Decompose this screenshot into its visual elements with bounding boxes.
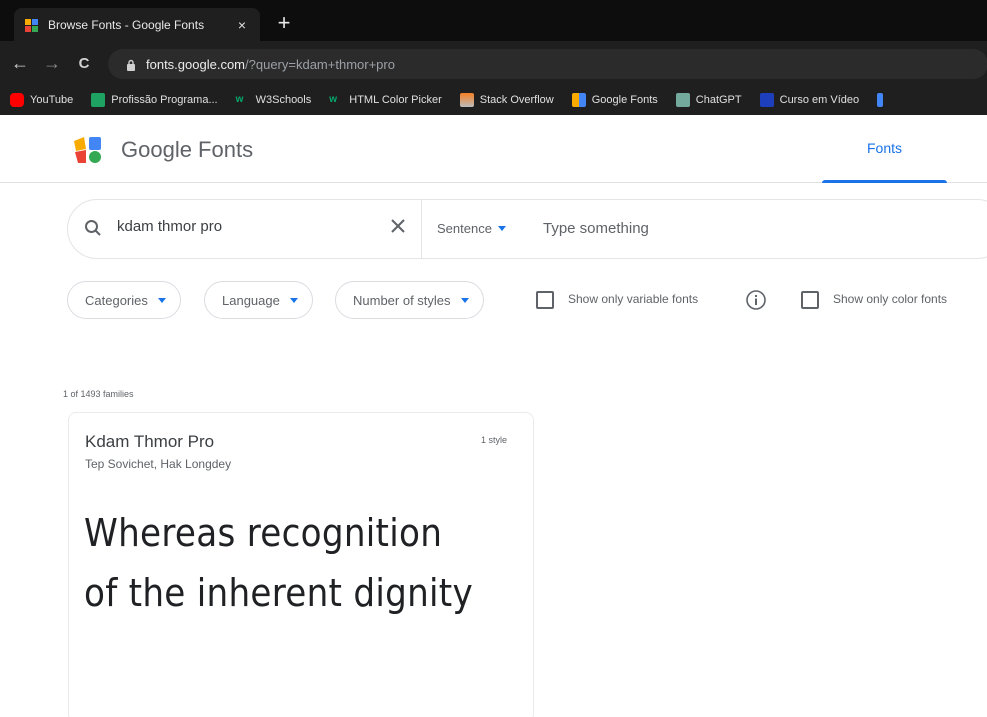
chatgpt-icon [675,93,690,107]
google-fonts-favicon-icon [24,17,40,33]
chevron-down-icon [289,297,298,303]
browser-tab[interactable]: Browse Fonts - Google Fonts × [14,8,260,41]
google-fonts-icon [571,93,586,107]
font-preview-text[interactable]: Whereas recognition of the inherent dign… [84,503,480,623]
youtube-icon [10,93,24,107]
number-of-styles-filter[interactable]: Number of styles [335,281,484,319]
bookmark-w3schools[interactable]: w W3Schools [228,85,322,115]
categories-label: Categories [85,292,148,308]
preview-mode-dropdown[interactable]: Sentence [437,221,506,236]
url-path: /?query=kdam+thmor+pro [245,56,395,72]
number-of-styles-label: Number of styles [353,292,451,308]
bookmark-label: Google Fonts [591,94,658,106]
bookmark-label: Stack Overflow [479,94,554,106]
tab-title: Browse Fonts - Google Fonts [48,17,205,32]
url-host: fonts.google.com [146,56,246,72]
preview-mode-label: Sentence [437,221,492,236]
results-count: 1 of 1493 families [63,389,134,399]
w3schools-icon: w [235,94,244,105]
bookmark-overflow[interactable] [869,85,893,115]
font-family-name[interactable]: Kdam Thmor Pro [85,432,214,452]
bookmark-label: HTML Color Picker [349,94,442,106]
bookmark-html-color-picker[interactable]: w HTML Color Picker [321,85,452,115]
variable-fonts-checkbox[interactable] [536,291,554,309]
language-filter[interactable]: Language [204,281,313,319]
profissao-icon [91,93,106,107]
bookmark-profissao-programador[interactable]: Profissão Programa... [83,85,227,115]
site-title[interactable]: Google Fonts [121,137,253,163]
nav-tab-fonts[interactable]: Fonts [822,140,947,156]
color-fonts-label: Show only color fonts [833,292,948,306]
search-divider [421,200,422,258]
bookmarks-bar: YouTube Profissão Programa... w W3School… [0,85,987,115]
address-bar[interactable]: fonts.google.com /?query=kdam+thmor+pro [108,49,987,79]
lock-icon [126,58,136,71]
bookmark-google-fonts[interactable]: Google Fonts [564,85,668,115]
close-tab-icon[interactable]: × [234,17,250,33]
back-button[interactable]: ← [8,53,32,74]
chevron-down-icon [497,226,506,231]
chevron-down-icon [157,297,166,303]
search-input[interactable]: kdam thmor pro [117,218,222,235]
bookmark-label: YouTube [30,94,74,106]
font-style-count: 1 style [481,435,508,445]
bookmark-label: ChatGPT [695,94,742,106]
browser-toolbar: ← → C fonts.google.com /?query=kdam+thmo… [0,41,987,85]
bookmark-label: Curso em Vídeo [779,94,860,106]
categories-filter[interactable]: Categories [67,281,181,319]
bookmark-label: W3Schools [255,94,312,106]
google-fonts-logo-icon[interactable] [72,135,108,165]
search-icon [84,219,102,237]
preview-text-input[interactable] [543,216,943,240]
bookmark-youtube[interactable]: YouTube [2,85,83,115]
new-tab-button[interactable]: + [272,12,296,34]
reload-button[interactable]: C [72,55,96,72]
bookmark-stack-overflow[interactable]: Stack Overflow [452,85,564,115]
language-label: Language [222,292,280,308]
chevron-down-icon [460,297,469,303]
browser-tab-strip: Browse Fonts - Google Fonts × + [0,0,987,41]
forward-button[interactable]: → [40,53,64,74]
stackoverflow-icon [459,93,474,107]
bookmark-icon [877,93,884,107]
active-tab-indicator [822,180,947,183]
bookmark-chatgpt[interactable]: ChatGPT [668,85,752,115]
site-header: Google Fonts Fonts [0,115,987,183]
variable-fonts-label: Show only variable fonts [568,292,699,306]
preview-line: Whereas recognition [84,511,443,555]
cursoemvideo-icon [759,93,774,107]
bookmark-curso-em-video[interactable]: Curso em Vídeo [752,85,869,115]
preview-line: of the inherent dignity [84,571,473,615]
clear-search-icon[interactable] [389,217,407,235]
bookmark-label: Profissão Programa... [111,94,218,106]
color-fonts-checkbox[interactable] [801,291,819,309]
info-icon[interactable] [745,289,767,311]
w3schools-icon: w [329,94,338,105]
font-designers: Tep Sovichet, Hak Longdey [85,457,232,471]
